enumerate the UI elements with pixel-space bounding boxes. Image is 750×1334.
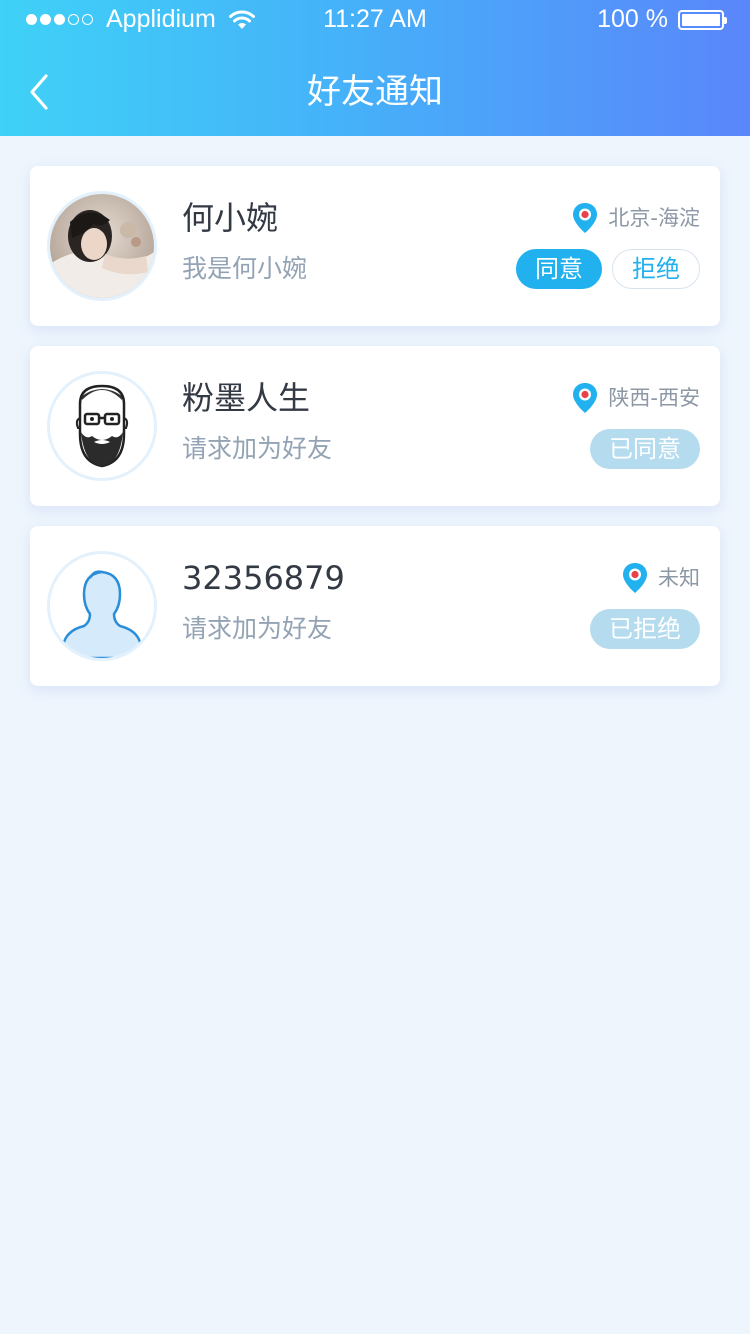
location: 未知 xyxy=(622,562,700,594)
avatar[interactable] xyxy=(50,194,154,298)
location-text: 未知 xyxy=(658,566,700,590)
bearded-man-avatar-icon xyxy=(50,374,154,478)
location-text: 陕西-西安 xyxy=(608,386,700,410)
request-message: 请求加为好友 xyxy=(182,614,333,643)
request-message: 请求加为好友 xyxy=(182,434,333,463)
status-bar: Applidium 11:27 AM 100 % xyxy=(0,0,750,40)
battery-percentage: 100 % xyxy=(597,5,668,33)
notification-card: 何小婉 我是何小婉 北京-海淀 同意 拒绝 xyxy=(30,166,720,326)
status-badge: 已拒绝 xyxy=(590,609,700,649)
location-pin-icon xyxy=(573,383,598,413)
default-user-avatar-icon xyxy=(50,554,154,658)
location-text: 北京-海淀 xyxy=(608,206,700,230)
header: Applidium 11:27 AM 100 % 好友通知 xyxy=(0,0,750,136)
agree-button[interactable]: 同意 xyxy=(516,249,602,289)
friend-name: 何小婉 xyxy=(182,199,279,237)
photo-avatar-icon xyxy=(50,194,154,298)
actions: 同意 拒绝 xyxy=(516,249,700,289)
location: 陕西-西安 xyxy=(572,382,700,414)
location: 北京-海淀 xyxy=(572,202,700,234)
battery-icon xyxy=(678,9,727,30)
friend-name: 粉墨人生 xyxy=(182,379,311,417)
notification-card: 32356879 请求加为好友 未知 已拒绝 xyxy=(30,526,720,686)
avatar[interactable] xyxy=(50,374,154,478)
friend-name: 32356879 xyxy=(182,559,345,597)
location-pin-icon xyxy=(573,203,598,233)
avatar[interactable] xyxy=(50,554,154,658)
status-badge: 已同意 xyxy=(590,429,700,469)
request-message: 我是何小婉 xyxy=(182,254,308,283)
location-pin-icon xyxy=(623,563,647,593)
status-right: 100 % xyxy=(597,5,727,34)
notification-card: 粉墨人生 请求加为好友 陕西-西安 已同意 xyxy=(30,346,720,506)
page-title: 好友通知 xyxy=(307,72,443,112)
reject-button[interactable]: 拒绝 xyxy=(612,249,700,289)
actions: 已同意 xyxy=(590,429,700,469)
actions: 已拒绝 xyxy=(590,609,700,649)
